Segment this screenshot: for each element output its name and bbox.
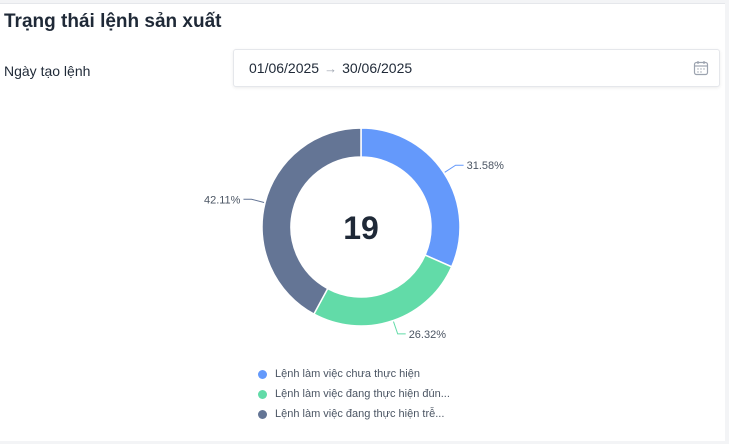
status-panel: Trạng thái lệnh sản xuất Ngày tạo lệnh 0… (0, 3, 725, 441)
date-start-value[interactable]: 01/06/2025 (249, 60, 319, 76)
chart-legend: Lệnh làm việc chưa thực hiện Lệnh làm việ… (258, 364, 450, 424)
donut-slice-1[interactable] (312, 254, 453, 327)
arrow-right-icon: → (324, 60, 338, 76)
legend-label: Lệnh làm việc đang thực hiện trễ... (275, 408, 445, 420)
legend-dot-icon (258, 369, 267, 379)
slice-leader-line-0 (444, 164, 464, 173)
donut-center-total: 19 (343, 210, 379, 246)
legend-label: Lệnh làm việc đang thực hiện đún... (275, 388, 450, 400)
legend-dot-icon (258, 409, 267, 419)
slice-value-label-2: 42.11% (204, 194, 241, 206)
legend-dot-icon (258, 389, 267, 399)
slice-value-label-1: 26.32% (409, 329, 447, 341)
legend-item-0[interactable]: Lệnh làm việc chưa thực hiện (258, 364, 450, 384)
date-end-value[interactable]: 30/06/2025 (342, 60, 412, 76)
slice-leader-line-2 (243, 198, 265, 203)
slice-leader-line-1 (393, 321, 406, 335)
date-filter-label: Ngày tạo lệnh (4, 63, 91, 79)
legend-item-1[interactable]: Lệnh làm việc đang thực hiện đún... (258, 384, 450, 404)
slice-value-label-0: 31.58% (467, 160, 505, 172)
calendar-icon[interactable] (693, 60, 709, 76)
legend-label: Lệnh làm việc chưa thực hiện (275, 368, 420, 380)
page-title: Trạng thái lệnh sản xuất (4, 11, 222, 32)
date-range-picker[interactable]: 01/06/2025 → 30/06/2025 (233, 49, 720, 87)
legend-item-2[interactable]: Lệnh làm việc đang thực hiện trễ... (258, 404, 450, 424)
donut-chart: 31.58% 26.32% 42.11% 19 (204, 127, 505, 341)
